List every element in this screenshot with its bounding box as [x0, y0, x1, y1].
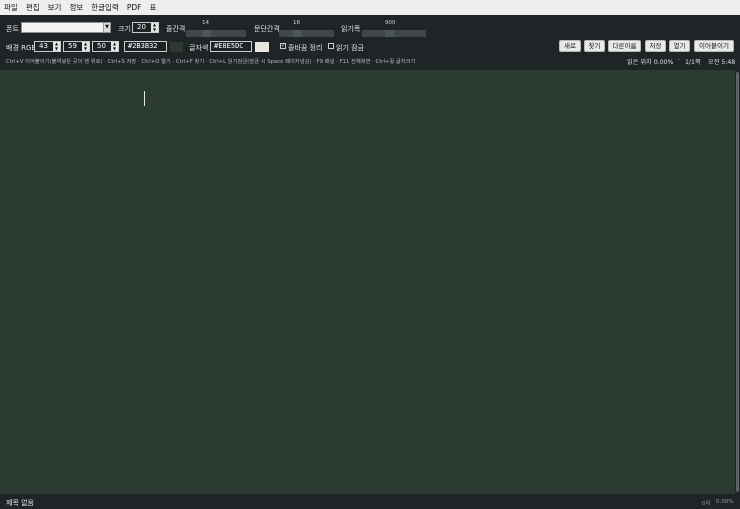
size-value: 20 — [137, 23, 146, 31]
shortcut-hints: Ctrl+V 이어붙이기(붙여넣은 곳이 맨 위로) · Ctrl+S 저장 ·… — [6, 59, 416, 65]
toolbar: 폰트 ▼ 크기 20 ▲ ▼ 줄간격 14 문단간격 18 읽기폭 900 배경 … — [0, 15, 740, 70]
read-width-value: 900 — [385, 20, 396, 26]
background-rgb-label: 배경 RGB — [6, 44, 37, 52]
read-lock-label: 읽기 잠금 — [336, 44, 364, 52]
background-red-spinbox[interactable]: 43 ▲ ▼ — [34, 41, 61, 52]
text-editor[interactable] — [0, 70, 735, 494]
background-hex-input[interactable]: #2B3B32 — [124, 41, 167, 52]
paragraph-spacing-value: 18 — [293, 20, 300, 26]
read-width-slider-handle[interactable] — [385, 30, 394, 37]
background-green-value: 59 — [68, 42, 77, 50]
read-lock-checkbox[interactable] — [328, 43, 334, 49]
find-button[interactable]: 찾기 — [584, 40, 605, 52]
paragraph-spacing-slider-handle[interactable] — [293, 30, 302, 37]
text-caret — [144, 91, 145, 106]
text-color-swatch[interactable] — [255, 41, 269, 52]
font-combo[interactable]: ▼ — [21, 22, 111, 33]
scrollbar-thumb[interactable] — [736, 72, 739, 492]
read-width-label: 읽기폭 — [341, 25, 361, 33]
text-color-hex-input[interactable]: #E8E5DC — [210, 41, 252, 52]
clock: 오전 5:48 — [708, 59, 736, 66]
menu-file[interactable]: 파일 — [4, 2, 18, 13]
line-spacing-slider[interactable] — [186, 30, 246, 37]
background-blue-value: 50 — [97, 42, 106, 50]
line-spacing-value: 14 — [202, 20, 209, 26]
save-button[interactable]: 저장 — [645, 40, 666, 52]
menu-hangul-input[interactable]: 한글입력 — [91, 2, 119, 13]
auto-wrap-label: 줄바꿈 정리 — [288, 44, 323, 52]
page-indicator: 1/1쪽 — [685, 59, 701, 66]
menu-info[interactable]: 정보 — [69, 2, 83, 13]
open-button[interactable]: 열기 — [669, 40, 690, 52]
line-spacing-label: 줄간격 — [166, 25, 186, 33]
size-label: 크기 — [118, 25, 131, 33]
background-color-swatch[interactable] — [170, 41, 183, 52]
document-title: 제목 없음 — [6, 499, 34, 507]
menu-table[interactable]: 표 — [149, 2, 156, 13]
up-down-arrows-icon[interactable]: ▲ ▼ — [111, 41, 118, 51]
chevron-down-icon[interactable]: ▼ — [103, 23, 110, 32]
progress-percent: 0.00% — [716, 499, 734, 505]
menu-pdf[interactable]: PDF — [127, 3, 142, 12]
up-down-arrows-icon[interactable]: ▲ ▼ — [151, 22, 158, 32]
background-green-spinbox[interactable]: 59 ▲ ▼ — [63, 41, 90, 52]
new-button[interactable]: 새로 — [559, 40, 581, 52]
size-spinbox[interactable]: 20 ▲ ▼ — [132, 22, 159, 33]
text-color-label: 글자색 — [189, 44, 209, 52]
up-down-arrows-icon[interactable]: ▲ ▼ — [53, 41, 60, 51]
menu-view[interactable]: 보기 — [48, 2, 62, 13]
menu-edit[interactable]: 편집 — [26, 2, 40, 13]
menu-bar: 파일 편집 보기 정보 한글입력 PDF 표 — [0, 0, 740, 15]
vertical-scrollbar[interactable] — [735, 70, 740, 494]
font-label: 폰트 — [6, 25, 19, 33]
paragraph-spacing-label: 문단간격 — [254, 25, 280, 33]
bottom-status-bar: 제목 없음 0자 0.00% — [0, 494, 740, 509]
background-red-value: 43 — [39, 42, 48, 50]
read-position: 읽은 위치 0.00% — [627, 59, 674, 66]
auto-wrap-checkbox[interactable]: ✓ — [280, 43, 286, 49]
status-separator: · — [678, 57, 680, 64]
read-width-slider[interactable] — [362, 30, 426, 37]
paragraph-spacing-slider[interactable] — [279, 30, 334, 37]
background-blue-spinbox[interactable]: 50 ▲ ▼ — [92, 41, 119, 52]
up-down-arrows-icon[interactable]: ▲ ▼ — [82, 41, 89, 51]
check-icon: ✓ — [281, 43, 286, 49]
continue-append-button[interactable]: 이어붙이기 — [694, 40, 734, 52]
character-count: 0자 — [702, 501, 711, 507]
line-spacing-slider-handle[interactable] — [202, 30, 211, 37]
save-as-button[interactable]: 다른이름 — [608, 40, 641, 52]
